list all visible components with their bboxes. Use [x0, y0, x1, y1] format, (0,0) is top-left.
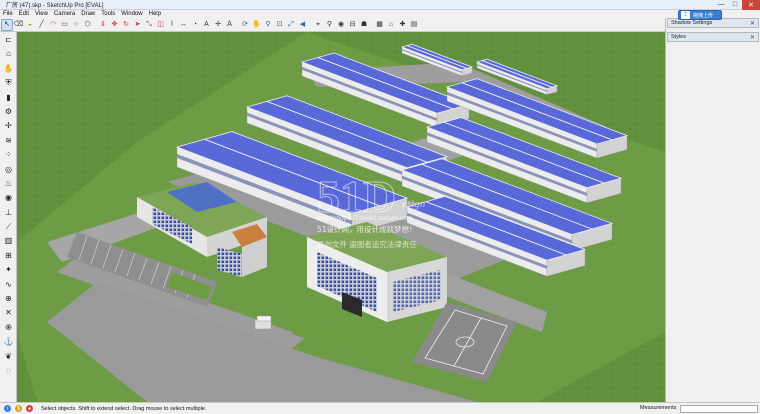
polygon-icon[interactable]: ⬡	[83, 20, 93, 30]
globe-icon[interactable]: ⊕	[3, 293, 14, 304]
tape-measure-icon[interactable]: ⌇	[167, 20, 177, 30]
minimize-button[interactable]: —	[714, 0, 728, 10]
watermark-url: http://shop12716690.taobao.com	[317, 215, 412, 222]
close-icon[interactable]: ✕	[750, 34, 758, 41]
ruler-icon[interactable]: ▥	[3, 235, 14, 246]
pan-icon[interactable]: ✋	[252, 20, 262, 30]
shield-icon[interactable]: ⛨	[3, 77, 14, 88]
x-icon[interactable]: ✕	[3, 307, 14, 318]
menu-edit[interactable]: Edit	[19, 11, 29, 17]
knife-icon[interactable]: ⟋	[3, 221, 14, 232]
maximize-button[interactable]: □	[728, 0, 742, 10]
orbit-icon[interactable]: ⟳	[240, 20, 250, 30]
leaf-icon[interactable]: ❦	[3, 351, 14, 362]
layout-icon[interactable]: ▤	[409, 20, 419, 30]
watermark-slogan: 51设计网，用设计成就梦想！	[317, 224, 417, 234]
paint-bucket-icon[interactable]: ◒	[25, 20, 35, 30]
user-icon[interactable]: ●	[26, 405, 33, 412]
cross-icon[interactable]: ✢	[3, 120, 14, 131]
menu-bar: File Edit View Camera Draw Tools Window …	[0, 10, 760, 18]
dimension-icon[interactable]: ↔	[179, 20, 189, 30]
scale-icon[interactable]: ⤡	[144, 20, 154, 30]
status-message: Select objects. Shift to extend select. …	[41, 405, 207, 412]
credit-icon[interactable]: $	[15, 405, 22, 412]
target-icon[interactable]: ◉	[3, 192, 14, 203]
section-icon[interactable]: ⊏	[3, 34, 14, 45]
upload-widget[interactable]: ⇪ 拖拽上传	[678, 10, 722, 20]
section-plane-icon[interactable]: ⊟	[348, 20, 358, 30]
watermark-logo-suffix: esign	[402, 198, 426, 210]
spiral-icon[interactable]: ֍	[3, 322, 14, 333]
main-toolbar: ↖ ⌫ ◒ ╱ ◠ ▭ ○ ⬡ ⇕ ✥ ↻ ➤ ⤡ ◫ ⌇ ↔ ◔ A ✛ Ａ ⟳ ✋ ⚲ ⊡ ⤢ ◀ ⌖ ⚲ ◉ ⊟ ☗ ▦ ⌂ ✚ ▤	[0, 18, 665, 32]
zoom-window-icon[interactable]: ⊡	[275, 20, 285, 30]
previous-view-icon[interactable]: ◀	[298, 20, 308, 30]
nail-icon[interactable]: ⊥	[3, 207, 14, 218]
guard-booth	[254, 319, 272, 330]
grid-icon[interactable]: ⊞	[3, 250, 14, 261]
close-button[interactable]: ✕	[742, 0, 760, 10]
follow-me-icon[interactable]: ⌂	[3, 48, 14, 59]
ring-icon[interactable]: ◌	[3, 365, 14, 376]
wave-icon[interactable]: ≋	[3, 135, 14, 146]
model-viewport[interactable]: 51D esign http://shop12716690.taobao.com…	[17, 32, 665, 402]
menu-view[interactable]: View	[35, 11, 48, 17]
measurements-label: Measurements	[640, 405, 677, 411]
line-icon[interactable]: ╱	[37, 20, 47, 30]
anchor-icon[interactable]: ⚓	[3, 336, 14, 347]
watermark-copyright: 原创文件 盗图者追究法律责任	[317, 239, 417, 249]
eraser-icon[interactable]: ⌫	[14, 20, 24, 30]
tilde-icon[interactable]: ∿	[3, 279, 14, 290]
close-icon[interactable]: ✕	[750, 20, 758, 27]
rotate-icon[interactable]: ↻	[121, 20, 131, 30]
circle-icon[interactable]: ○	[71, 20, 81, 30]
circle-icon[interactable]: ◎	[3, 164, 14, 175]
title-bar: 厂房 (47).skp - SketchUp Pro [EVAL] — □ ✕	[0, 0, 760, 10]
panel-label: Styles	[671, 34, 686, 40]
info-icon[interactable]: i	[4, 405, 11, 412]
menu-camera[interactable]: Camera	[54, 11, 75, 17]
panel-styles[interactable]: Styles ✕	[667, 32, 759, 42]
gear-icon[interactable]: ⚙	[3, 106, 14, 117]
move-icon[interactable]: ✥	[110, 20, 120, 30]
look-around-icon[interactable]: ◉	[336, 20, 346, 30]
push-pull-icon[interactable]: ⇕	[98, 20, 108, 30]
window-title: 厂房 (47).skp - SketchUp Pro [EVAL]	[6, 3, 104, 9]
menu-window[interactable]: Window	[121, 11, 142, 17]
star-icon[interactable]: ✦	[3, 264, 14, 275]
menu-file[interactable]: File	[3, 11, 13, 17]
arc-icon[interactable]: ◠	[48, 20, 58, 30]
offset-icon[interactable]: ◫	[156, 20, 166, 30]
measurements-input[interactable]	[680, 405, 758, 413]
rectangle-icon[interactable]: ▭	[60, 20, 70, 30]
extension-icon[interactable]: ✚	[398, 20, 408, 30]
dots-icon[interactable]: ⁘	[3, 149, 14, 160]
cylinder-icon[interactable]: ▮	[3, 92, 14, 103]
upload-widget-label: 拖拽上传	[693, 12, 714, 19]
select-icon[interactable]: ↖	[1, 18, 13, 31]
menu-help[interactable]: Help	[149, 11, 161, 17]
text-icon[interactable]: A	[202, 20, 212, 30]
protractor-icon[interactable]: ◔	[190, 20, 200, 30]
walk-icon[interactable]: ⚲	[325, 20, 335, 30]
footprint-icon[interactable]: ☗	[359, 20, 369, 30]
cloud-upload-icon: ⇪	[681, 11, 690, 19]
warehouse-icon[interactable]: ⌂	[386, 20, 396, 30]
menu-draw[interactable]: Draw	[81, 11, 95, 17]
status-bar: i $ ● Select objects. Shift to extend se…	[0, 402, 760, 414]
component-icon[interactable]: ▦	[375, 20, 385, 30]
follow-me-icon[interactable]: ➤	[133, 20, 143, 30]
axes-icon[interactable]: ✛	[213, 20, 223, 30]
hand-icon[interactable]: ✋	[3, 63, 14, 74]
flame-icon[interactable]: ♨	[3, 178, 14, 189]
panel-label: Shadow Settings	[671, 20, 713, 26]
position-camera-icon[interactable]: ⌖	[313, 20, 323, 30]
left-toolbar: ⊏ ⌂ ✋ ⛨ ▮ ⚙ ✢ ≋ ⁘ ◎ ♨ ◉ ⊥ ⟋ ▥ ⊞ ✦ ∿ ⊕ ✕ ֍ ⚓ ❦ ◌	[0, 32, 17, 402]
menu-tools[interactable]: Tools	[101, 11, 115, 17]
zoom-icon[interactable]: ⚲	[263, 20, 273, 30]
default-tray: Shadow Settings ✕ Styles ✕	[665, 18, 760, 402]
zoom-extents-icon[interactable]: ⤢	[286, 20, 296, 30]
toolbar-separator	[371, 20, 375, 30]
3d-text-icon[interactable]: Ａ	[225, 20, 235, 30]
